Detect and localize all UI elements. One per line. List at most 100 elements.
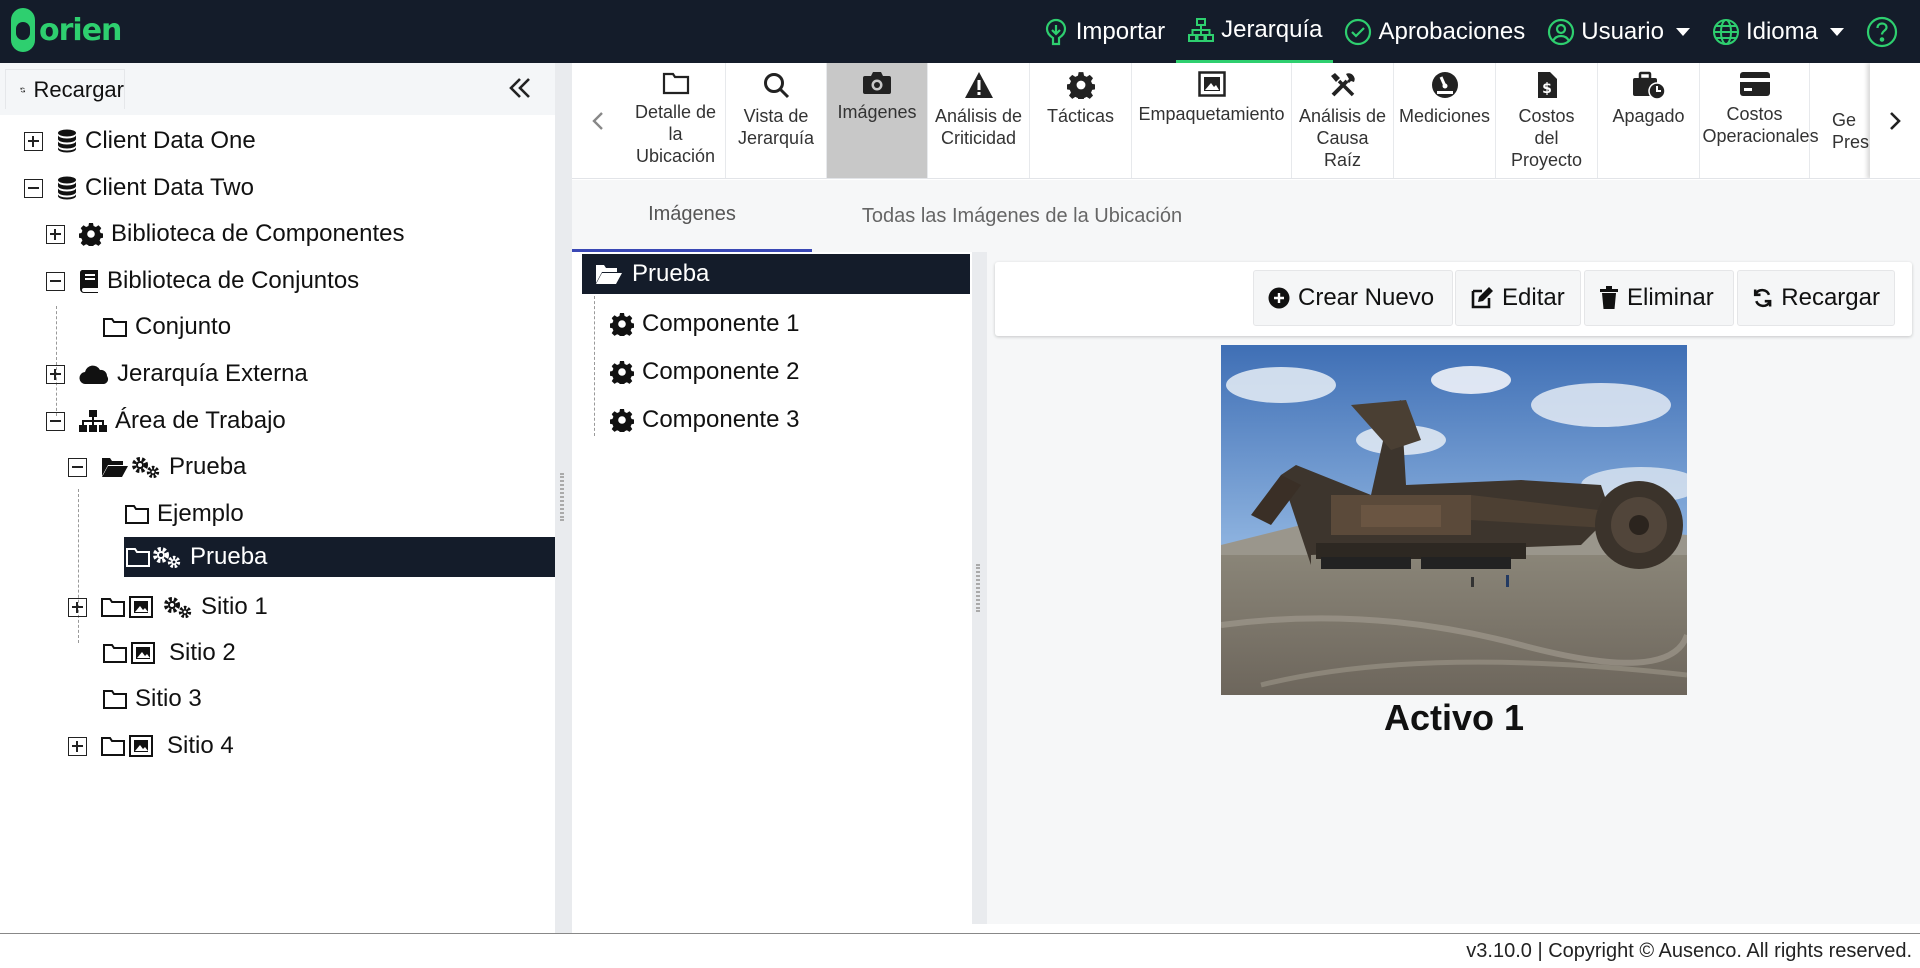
expand-icon[interactable] [68,597,87,617]
tab-images[interactable]: Imágenes [572,180,812,252]
tool-project-costs[interactable]: $ Costos del Proyecto [1496,63,1598,178]
tool-criticality-analysis[interactable]: Análisis de Criticidad [928,63,1030,178]
tree-node[interactable]: Sitio 1 [68,587,268,627]
chevron-left-icon [592,112,603,130]
reload-button[interactable]: Recargar [1737,270,1895,326]
collapse-icon[interactable] [68,457,87,477]
nav-import[interactable]: Importar [1031,0,1176,63]
splitter-grip[interactable] [560,473,564,521]
collapse-sidebar-button[interactable] [508,77,532,99]
tree-node[interactable]: Jerarquía Externa [46,354,308,394]
tree-node[interactable]: Área de Trabajo [46,401,286,441]
folder-icon [662,72,689,95]
nav-help[interactable] [1855,0,1920,63]
expand-icon[interactable] [68,736,87,756]
tool-shutdown[interactable]: Apagado [1598,63,1700,178]
tree-label: Client Data Two [85,174,254,201]
image-icon [1197,71,1226,97]
tree-node[interactable]: Prueba [68,447,246,487]
image-tree-label: Prueba [632,260,710,287]
logo-mark [11,8,35,52]
tab-all-location-images[interactable]: Todas las Imágenes de la Ubicación [812,180,1232,252]
tool-tactics[interactable]: Tácticas [1030,63,1132,178]
tool-budget[interactable]: Ge Pres [1810,63,1870,178]
tree-node[interactable]: Ejemplo [125,494,244,534]
tool-measurements[interactable]: Mediciones [1394,63,1496,178]
folder-icon [103,644,127,663]
asset-photo[interactable] [1221,345,1687,695]
tool-images[interactable]: Imágenes [827,63,928,178]
tool-operational-costs[interactable]: Costos Operacionales [1700,63,1819,178]
tree-node[interactable]: Sitio 2 [103,633,236,673]
panel-splitter[interactable] [972,252,987,924]
plus-circle-icon [1268,287,1290,309]
trash-icon [1600,286,1618,309]
bucket-wheel-excavator-photo [1221,345,1687,695]
search-icon [764,73,790,99]
svg-text:$: $ [1542,81,1552,97]
tool-hierarchy-view[interactable]: Vista de Jerarquía [726,63,827,178]
tree-label: Biblioteca de Componentes [111,220,405,247]
expand-icon[interactable] [24,131,43,151]
tree-node[interactable]: Conjunto [103,307,231,347]
image-tree-node-selected[interactable]: Prueba [582,254,970,294]
tree-node[interactable]: Biblioteca de Conjuntos [46,261,359,301]
image-tree-label: Componente 2 [642,358,800,385]
tree-node[interactable]: Biblioteca de Componentes [46,214,405,254]
collapse-icon[interactable] [46,271,65,291]
folder-icon [125,505,149,524]
tool-label: Empaquetamiento [1138,104,1285,124]
sidebar-reload-label: Recargar [33,76,124,102]
collapse-icon[interactable] [24,178,43,198]
tree-label: Ejemplo [157,500,244,527]
tree-node[interactable]: Sitio 4 [68,726,234,766]
tree-label: Sitio 3 [135,685,202,712]
images-subtabs: Imágenes Todas las Imágenes de la Ubicac… [572,180,1920,252]
tool-packaging[interactable]: Empaquetamiento [1132,63,1292,178]
folder-icon [101,737,125,756]
folder-icon [126,548,150,567]
main-nav: Importar Jerarquía Aprobaciones Usuario … [1031,0,1920,63]
image-tree-node[interactable]: Componente 1 [610,304,799,344]
sidebar-reload-button[interactable]: Recargar [5,69,125,109]
tool-label: Análisis de Criticidad [934,106,1023,148]
splitter-grip[interactable] [976,564,980,612]
delete-button[interactable]: Eliminar [1584,270,1734,326]
scroll-left-button[interactable] [586,103,610,139]
logo-text: orien [39,12,122,48]
help-icon [1866,16,1898,47]
asset-caption: Activo 1 [1383,697,1525,738]
create-new-button[interactable]: Crear Nuevo [1253,270,1453,326]
nav-hierarchy[interactable]: Jerarquía [1176,0,1334,63]
tree-node-selected[interactable]: Prueba [124,537,555,577]
refresh-icon [1753,288,1772,308]
panel-splitter[interactable] [555,63,572,933]
collapse-icon[interactable] [46,411,65,431]
folder-icon [101,598,125,617]
nav-approvals-label: Aprobaciones [1378,17,1526,45]
module-toolbar: Detalle de la Ubicación Vista de Jerarqu… [572,63,1920,179]
expand-icon[interactable] [46,364,65,384]
tree-node[interactable]: Client Data Two [24,168,254,208]
edit-button[interactable]: Editar [1455,270,1581,326]
scroll-right-button[interactable] [1870,63,1920,178]
image-tree-node[interactable]: Componente 3 [610,400,799,440]
tool-root-cause-analysis[interactable]: Análisis de Causa Raíz [1292,63,1394,178]
tree-node[interactable]: Client Data One [24,121,256,161]
hierarchy-sidebar: Recargar Client Data One Client Data Two… [0,63,555,933]
tools-icon [1330,73,1355,97]
tool-location-detail[interactable]: Detalle de la Ubicación [626,63,726,178]
nav-approvals[interactable]: Aprobaciones [1333,0,1536,63]
nav-user-dropdown[interactable]: Usuario [1536,0,1701,63]
nav-language-dropdown[interactable]: Idioma [1701,0,1855,63]
image-tree-node[interactable]: Componente 2 [610,352,799,392]
nav-hierarchy-label: Jerarquía [1221,16,1323,43]
tool-label: Detalle de la Ubicación [634,102,717,166]
expand-icon[interactable] [46,224,65,244]
tree-label: Prueba [190,543,268,570]
orien-logo[interactable]: orien [11,8,122,52]
tree-node[interactable]: Sitio 3 [103,679,202,719]
tree-label: Prueba [169,453,247,480]
tree-guide [594,296,595,436]
image-tree-label: Componente 1 [642,310,800,337]
